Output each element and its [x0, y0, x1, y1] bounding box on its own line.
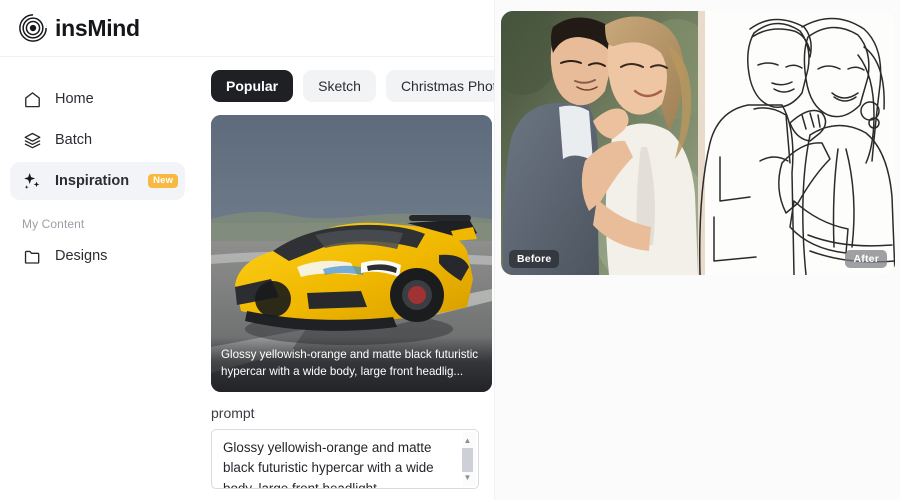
- couple-photo-original: [501, 11, 698, 275]
- scroll-down-arrow-icon[interactable]: ▼: [462, 472, 473, 483]
- sidebar-item-inspiration[interactable]: Inspiration New: [10, 162, 185, 200]
- scrollbar-thumb[interactable]: [462, 448, 473, 472]
- prompt-input-value: Glossy yellowish-orange and matte black …: [223, 440, 434, 489]
- scroll-up-arrow-icon[interactable]: ▲: [462, 435, 473, 446]
- spiral-target-icon: [19, 14, 47, 42]
- center-column: Popular Sketch Christmas Photo: [195, 57, 494, 500]
- app-header: insMind: [0, 0, 494, 57]
- app-root: insMind Home Batch Inspiration New My Co…: [0, 0, 900, 500]
- right-panel: Before After: [494, 0, 900, 500]
- sidebar-item-label: Designs: [55, 248, 108, 264]
- tab-popular[interactable]: Popular: [211, 70, 294, 102]
- before-after-preview: Before After: [501, 11, 895, 275]
- sidebar-item-label: Inspiration: [55, 173, 130, 189]
- sparkle-icon: [22, 171, 42, 191]
- preview-after[interactable]: After: [698, 11, 895, 275]
- sidebar-item-home[interactable]: Home: [10, 80, 185, 118]
- tab-christmas-photo[interactable]: Christmas Photo: [385, 70, 494, 102]
- sidebar-item-label: Batch: [55, 132, 93, 148]
- sidebar-item-batch[interactable]: Batch: [10, 121, 185, 159]
- sidebar-item-label: Home: [55, 91, 94, 107]
- left-region: insMind Home Batch Inspiration New My Co…: [0, 0, 494, 500]
- before-badge: Before: [509, 250, 560, 268]
- home-icon: [22, 89, 42, 109]
- prompt-input[interactable]: Glossy yellowish-orange and matte black …: [211, 429, 479, 489]
- sidebar-section-label: My Content: [22, 217, 85, 231]
- prompt-scrollbar[interactable]: ▲ ▼: [462, 432, 476, 486]
- sidebar: Home Batch Inspiration New My Content De…: [0, 57, 195, 500]
- status-badge-new: New: [148, 174, 179, 188]
- tab-sketch[interactable]: Sketch: [303, 70, 376, 102]
- prompt-label: prompt: [211, 405, 255, 421]
- folder-icon: [22, 246, 42, 266]
- inspiration-card[interactable]: Glossy yellowish-orange and matte black …: [211, 115, 492, 392]
- prompt-block: prompt Glossy yellowish-orange and matte…: [211, 405, 492, 489]
- couple-line-art-sketch: [698, 11, 895, 275]
- after-badge: After: [845, 250, 887, 268]
- logo-text: insMind: [55, 14, 140, 41]
- logo[interactable]: insMind: [18, 13, 140, 43]
- preview-before[interactable]: Before: [501, 11, 698, 275]
- layers-icon: [22, 130, 42, 150]
- tab-bar: Popular Sketch Christmas Photo: [211, 70, 494, 102]
- sidebar-item-designs[interactable]: Designs: [10, 237, 185, 275]
- card-caption: Glossy yellowish-orange and matte black …: [211, 337, 492, 392]
